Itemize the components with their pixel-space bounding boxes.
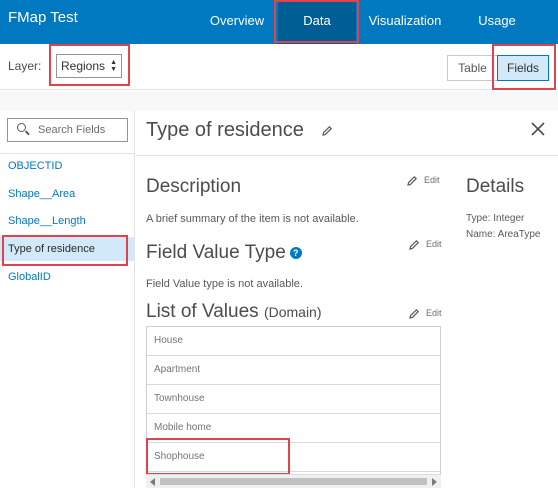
- table-view-button[interactable]: Table: [447, 55, 498, 81]
- fields-view-button[interactable]: Fields: [497, 55, 549, 81]
- details-heading: Details: [466, 176, 525, 197]
- search-fields-input[interactable]: Search Fields: [7, 118, 128, 142]
- tab-visualization[interactable]: Visualization: [358, 0, 452, 44]
- list-item: House: [147, 327, 440, 356]
- list-item: Shophouse: [147, 443, 440, 472]
- tab-data[interactable]: Data: [278, 0, 356, 44]
- list-of-values-heading: List of Values (Domain): [146, 301, 322, 323]
- scroll-right-arrow-icon[interactable]: [432, 478, 437, 486]
- help-icon[interactable]: ?: [289, 247, 302, 259]
- value-type-text: Field Value type is not available.: [146, 278, 303, 290]
- tab-usage[interactable]: Usage: [462, 0, 532, 44]
- top-navigation-bar: FMap Test Overview Data Visualization Us…: [0, 0, 558, 44]
- list-item: Townhouse: [147, 385, 440, 414]
- details-type: Type: Integer: [466, 213, 525, 224]
- list-of-values-heading-text: List of Values: [146, 301, 259, 322]
- description-text: A brief summary of the item is not avail…: [146, 213, 359, 225]
- field-item-shape-area[interactable]: Shape__Area: [0, 182, 134, 206]
- field-item-type-of-residence[interactable]: Type of residence: [0, 237, 134, 261]
- field-item-shape-length[interactable]: Shape__Length: [0, 209, 134, 233]
- edit-value-type-link[interactable]: Edit: [426, 239, 442, 249]
- field-item-objectid[interactable]: OBJECTID: [0, 154, 134, 178]
- description-heading: Description: [146, 176, 242, 197]
- edit-value-type-pencil-icon[interactable]: [408, 239, 420, 251]
- scroll-left-arrow-icon[interactable]: [150, 478, 155, 486]
- details-name: Name: AreaType: [466, 229, 541, 240]
- field-value-type-heading-text: Field Value Type: [146, 242, 286, 263]
- list-of-values-suffix: (Domain): [263, 304, 322, 320]
- edit-list-pencil-icon[interactable]: [408, 308, 420, 320]
- search-icon: [17, 123, 26, 132]
- toolbar-separator: [0, 91, 558, 111]
- edit-list-link[interactable]: Edit: [426, 308, 442, 318]
- layer-select[interactable]: Regions ▲ ▼: [56, 54, 122, 78]
- header-divider: [136, 155, 558, 156]
- field-title: Type of residence: [146, 119, 304, 141]
- edit-description-link[interactable]: Edit: [424, 175, 440, 185]
- select-arrows-icon: ▲ ▼: [110, 59, 117, 73]
- list-item: Apartment: [147, 356, 440, 385]
- field-item-globalid[interactable]: GlobalID: [0, 265, 134, 289]
- field-value-type-heading: Field Value Type?: [146, 242, 302, 264]
- app-title: FMap Test: [8, 9, 78, 26]
- list-item: Mobile home: [147, 414, 440, 443]
- tab-overview[interactable]: Overview: [198, 0, 276, 44]
- close-icon[interactable]: [531, 122, 545, 136]
- edit-description-pencil-icon[interactable]: [406, 175, 418, 187]
- search-placeholder: Search Fields: [38, 124, 106, 136]
- edit-title-pencil-icon[interactable]: [321, 125, 333, 137]
- scrollbar-thumb[interactable]: [160, 478, 427, 485]
- layer-select-value: Regions: [61, 59, 106, 73]
- horizontal-scrollbar[interactable]: [146, 474, 441, 488]
- layer-label: Layer:: [8, 59, 42, 73]
- domain-values-list: House Apartment Townhouse Mobile home Sh…: [146, 326, 441, 488]
